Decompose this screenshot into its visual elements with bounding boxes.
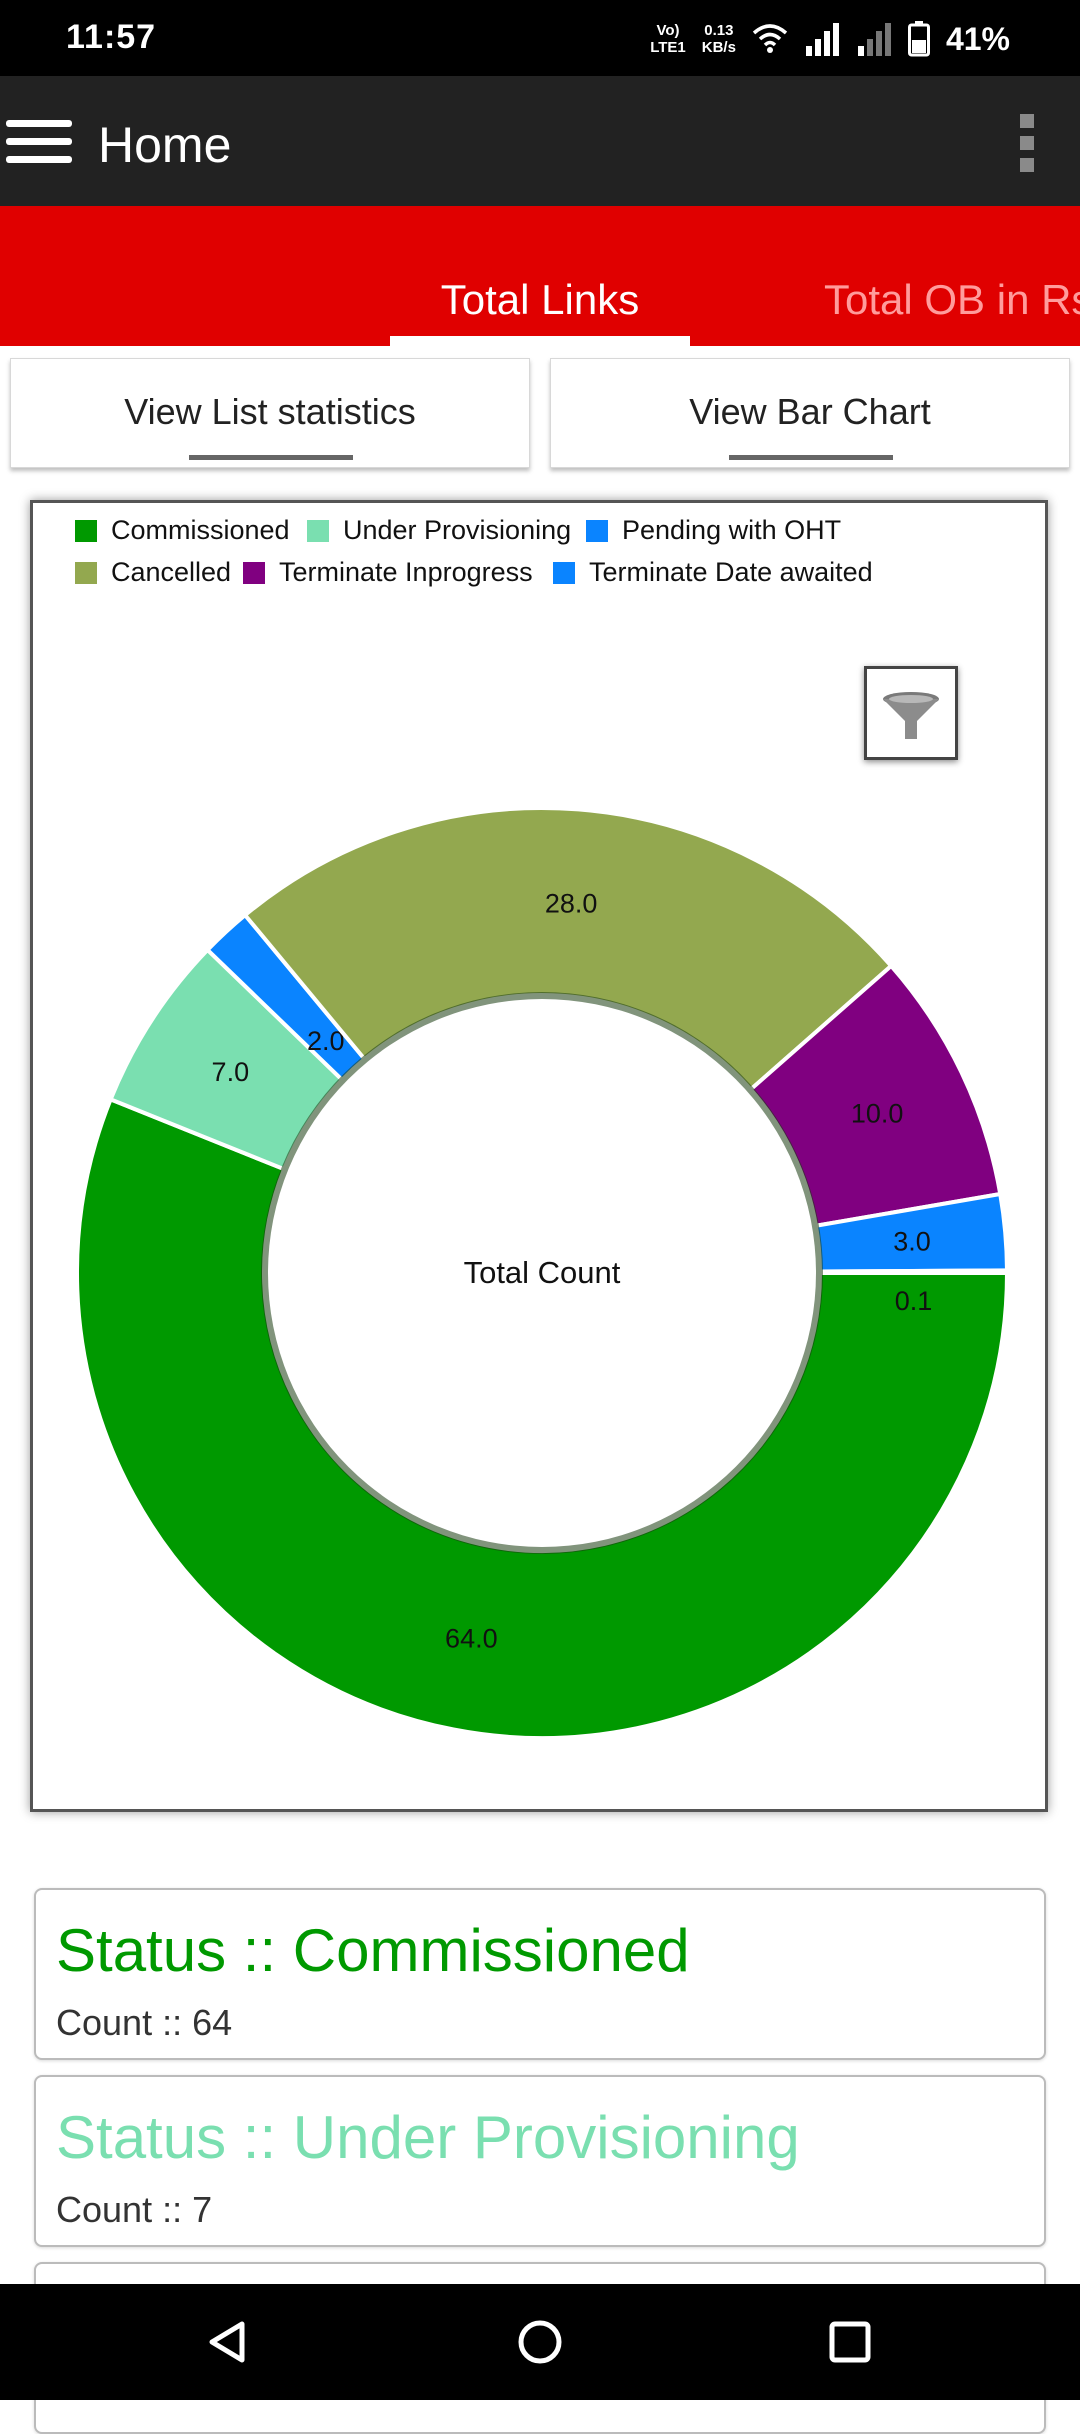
filter-funnel-icon	[883, 692, 939, 739]
wifi-icon	[752, 24, 788, 53]
tab-bar: Total Links Total OB in Rs	[0, 206, 1080, 346]
status-bar: 11:57 Vo) LTE1 0.13 KB/s 41%	[0, 0, 1080, 76]
navigation-bar	[0, 2284, 1080, 2400]
donut-slice-value-label: 7.0	[212, 1057, 250, 1087]
legend-label: Cancelled	[111, 557, 232, 587]
legend-item-terminate-date-awaited: Terminate Date awaited	[553, 557, 873, 588]
legend-item-terminate-inprogress: Terminate Inprogress	[243, 557, 533, 588]
app-bar: Home	[0, 76, 1080, 206]
hamburger-menu-icon[interactable]	[6, 120, 72, 164]
legend-label: Commissioned	[111, 515, 290, 545]
active-tab-indicator	[390, 336, 690, 346]
more-vertical-icon[interactable]	[1020, 114, 1034, 172]
donut-slice-value-label: 28.0	[545, 889, 598, 919]
tab-total-ob[interactable]: Total OB in Rs	[824, 276, 1080, 324]
donut-slice-extra-6[interactable]	[817, 1268, 1010, 1275]
legend-label: Pending with OHT	[622, 515, 842, 545]
signal-weak-icon	[857, 23, 891, 56]
legend-swatch	[243, 561, 265, 584]
legend-item-under-provisioning: Under Provisioning	[307, 515, 571, 546]
filter-button[interactable]	[864, 666, 958, 760]
legend-item-cancelled: Cancelled	[75, 557, 231, 588]
button-underline	[729, 455, 893, 460]
recents-icon[interactable]	[820, 2312, 880, 2372]
button-underline	[189, 455, 353, 460]
legend-swatch	[586, 519, 608, 542]
legend-label: Terminate Date awaited	[589, 557, 873, 587]
back-icon[interactable]	[198, 2312, 258, 2372]
home-icon[interactable]	[510, 2312, 570, 2372]
legend-swatch	[75, 561, 97, 584]
legend-item-pending-oht: Pending with OHT	[586, 515, 841, 546]
network-speed-label: 0.13 KB/s	[701, 22, 736, 56]
status-title: Status :: Under Provisioning	[56, 2104, 800, 2171]
donut-chart-card: 64.0 7.0 2.0 28.0 10.0 3.0 0.1 Total Count Comm…	[30, 500, 1048, 1812]
donut-slice-value-label: 0.1	[895, 1286, 933, 1316]
status-card-commissioned[interactable]: Status :: Commissioned Count :: 64	[34, 1888, 1046, 2060]
legend-swatch	[75, 519, 97, 542]
donut-center-label: Total Count	[464, 1255, 621, 1290]
status-title: Status :: Commissioned	[56, 1917, 690, 1984]
legend-swatch	[307, 519, 329, 542]
network-type-label: Vo) LTE1	[650, 22, 686, 56]
view-list-statistics-button[interactable]: View List statistics	[10, 358, 530, 468]
signal-icon	[805, 23, 839, 56]
view-list-statistics-label: View List statistics	[124, 391, 416, 432]
status-time: 11:57	[66, 18, 157, 56]
status-card-under-provisioning[interactable]: Status :: Under Provisioning Count :: 7	[34, 2075, 1046, 2247]
status-icons: Vo) LTE1 0.13 KB/s 41%	[650, 14, 1010, 64]
donut-slice-value-label: 64.0	[445, 1624, 498, 1654]
tab-total-links[interactable]: Total Links	[390, 276, 690, 324]
legend-item-commissioned: Commissioned	[75, 515, 290, 546]
battery-icon	[907, 21, 930, 57]
donut-slice-value-label: 10.0	[851, 1099, 904, 1129]
view-bar-chart-label: View Bar Chart	[689, 391, 931, 432]
legend-label: Terminate Inprogress	[279, 557, 533, 587]
battery-percent: 41%	[945, 20, 1010, 57]
legend-swatch	[553, 561, 575, 584]
app-title: Home	[98, 117, 232, 173]
view-bar-chart-button[interactable]: View Bar Chart	[550, 358, 1070, 468]
legend-label: Under Provisioning	[343, 515, 572, 545]
donut-slice-value-label: 3.0	[893, 1226, 931, 1256]
status-count: Count :: 64	[56, 2002, 233, 2043]
status-count: Count :: 7	[56, 2189, 213, 2230]
